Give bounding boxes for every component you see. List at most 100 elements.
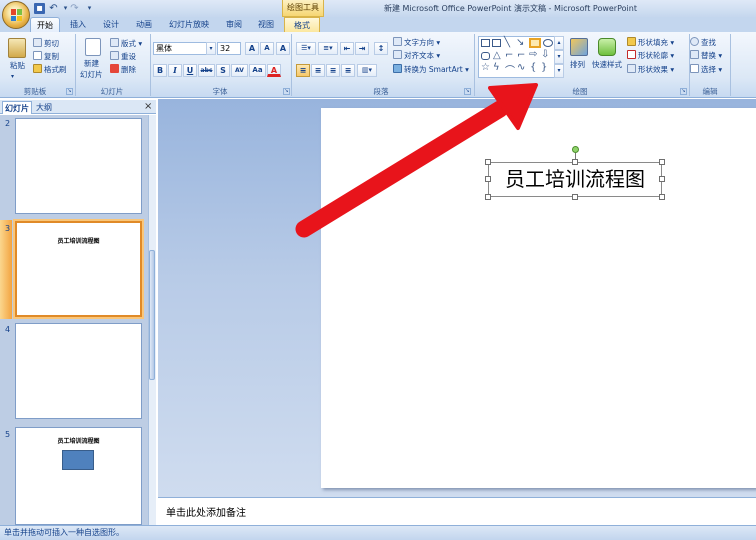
rectangle-shape-icon[interactable]: [529, 38, 541, 48]
select-button[interactable]: 选择 ▾: [690, 64, 722, 75]
find-button[interactable]: 查找: [690, 37, 716, 48]
new-slide-label-2[interactable]: 幻灯片: [80, 69, 103, 80]
align-left-icon[interactable]: ≡: [296, 64, 310, 77]
redo-icon[interactable]: ↷: [69, 3, 80, 14]
pane-scroll-thumb[interactable]: [149, 250, 155, 380]
slide-thumbnail[interactable]: [15, 323, 142, 419]
tab-outline[interactable]: 大纲: [32, 101, 56, 114]
line-shape-icon[interactable]: ╲: [504, 37, 510, 48]
save-icon[interactable]: ▪: [34, 3, 45, 14]
convert-smartart-button[interactable]: 转换为 SmartArt ▾: [393, 64, 469, 75]
down-arrow-shape-icon[interactable]: ⇩: [541, 49, 549, 60]
decrease-indent-icon[interactable]: ⇤: [340, 42, 354, 55]
star-shape-icon[interactable]: ☆: [481, 62, 490, 73]
vertical-textbox-shape-icon[interactable]: [492, 39, 501, 47]
quick-styles-icon[interactable]: [598, 38, 616, 56]
drawing-launcher-icon[interactable]: ↘: [680, 88, 687, 95]
arrange-icon[interactable]: [570, 38, 588, 56]
columns-icon[interactable]: ▥▾: [357, 64, 377, 77]
bold-button[interactable]: B: [153, 64, 167, 77]
slide-thumbnail[interactable]: [15, 118, 142, 214]
align-center-icon[interactable]: ≡: [311, 64, 325, 77]
paste-dropdown-icon[interactable]: ▾: [11, 71, 14, 82]
replace-button[interactable]: 替换 ▾: [690, 50, 722, 61]
resize-handle[interactable]: [659, 159, 665, 165]
paste-icon[interactable]: [8, 38, 26, 58]
clipboard-launcher-icon[interactable]: ↘: [66, 88, 73, 95]
right-arrow-shape-icon[interactable]: ⇨: [529, 49, 537, 60]
text-direction-button[interactable]: 文字方向 ▾: [393, 37, 440, 48]
justify-icon[interactable]: ≡: [341, 64, 355, 77]
right-brace-shape-icon[interactable]: }: [541, 62, 547, 73]
underline-button[interactable]: U: [183, 64, 197, 77]
shape-outline-button[interactable]: 形状轮廓 ▾: [627, 50, 674, 61]
office-button[interactable]: [2, 1, 30, 29]
change-case-button[interactable]: Aa: [249, 64, 266, 77]
font-size-box[interactable]: 32: [217, 42, 241, 55]
tab-animations[interactable]: 动画: [130, 17, 158, 32]
tab-insert[interactable]: 插入: [64, 17, 92, 32]
shape-effects-button[interactable]: 形状效果 ▾: [627, 64, 674, 75]
resize-handle[interactable]: [485, 194, 491, 200]
tab-slides[interactable]: 幻灯片: [2, 101, 32, 114]
quick-styles-button[interactable]: 快速样式: [592, 59, 622, 70]
gallery-more-icon[interactable]: ▾: [554, 64, 564, 78]
shrink-font-button[interactable]: A: [260, 42, 274, 55]
shape-fill-button[interactable]: 形状填充 ▾: [627, 37, 674, 48]
tab-view[interactable]: 视图: [252, 17, 280, 32]
paste-button[interactable]: 粘贴: [10, 60, 25, 71]
font-name-dropdown-icon[interactable]: ▾: [206, 42, 216, 55]
cut-button[interactable]: 剪切: [33, 38, 59, 49]
rotation-handle[interactable]: [572, 146, 579, 153]
tab-design[interactable]: 设计: [97, 17, 125, 32]
numbering-icon[interactable]: ≡▾: [318, 42, 338, 55]
align-right-icon[interactable]: ≡: [326, 64, 340, 77]
resize-handle[interactable]: [485, 176, 491, 182]
rounded-rect-shape-icon[interactable]: [481, 52, 490, 60]
font-name-box[interactable]: 黑体: [153, 42, 213, 55]
tab-slide-show[interactable]: 幻灯片放映: [163, 17, 215, 32]
clear-formatting-button[interactable]: A: [276, 42, 290, 55]
increase-indent-icon[interactable]: ⇥: [355, 42, 369, 55]
format-painter-button[interactable]: 格式刷: [33, 64, 67, 75]
font-launcher-icon[interactable]: ↘: [283, 88, 290, 95]
arc-shape-icon[interactable]: ⌒: [505, 62, 515, 77]
notes-pane[interactable]: [158, 497, 756, 525]
gallery-up-icon[interactable]: ▴: [554, 36, 564, 50]
resize-handle[interactable]: [659, 176, 665, 182]
resize-handle[interactable]: [659, 194, 665, 200]
left-brace-shape-icon[interactable]: {: [530, 62, 536, 73]
paragraph-launcher-icon[interactable]: ↘: [464, 88, 471, 95]
tab-review[interactable]: 审阅: [220, 17, 248, 32]
lightning-shape-icon[interactable]: ϟ: [493, 62, 500, 73]
gallery-down-icon[interactable]: ▾: [554, 50, 564, 64]
resize-handle[interactable]: [572, 194, 578, 200]
tab-home[interactable]: 开始: [30, 17, 60, 32]
bullets-icon[interactable]: ☰▾: [296, 42, 316, 55]
grow-font-button[interactable]: A: [245, 42, 259, 55]
triangle-shape-icon[interactable]: △: [493, 50, 501, 61]
reset-button[interactable]: 重设: [110, 51, 136, 62]
textbox-shape-icon[interactable]: [481, 39, 490, 47]
customize-qat-icon[interactable]: ▾: [84, 3, 95, 14]
close-pane-icon[interactable]: ×: [144, 100, 154, 114]
curve-connector-shape-icon[interactable]: ⌐: [517, 50, 525, 61]
shadow-button[interactable]: S: [216, 64, 230, 77]
slide-title[interactable]: 员工培训流程图: [490, 164, 660, 195]
delete-button[interactable]: 删除: [110, 64, 136, 75]
new-slide-label-1[interactable]: 新建: [84, 58, 99, 69]
tab-format[interactable]: 格式: [284, 17, 320, 32]
char-spacing-button[interactable]: AV: [231, 64, 248, 77]
resize-handle[interactable]: [572, 159, 578, 165]
font-color-button[interactable]: A: [267, 64, 281, 77]
arrow-line-shape-icon[interactable]: ↘: [516, 37, 524, 48]
oval-shape-icon[interactable]: [543, 39, 553, 47]
line-spacing-icon[interactable]: ↕: [374, 42, 388, 55]
freeform-shape-icon[interactable]: ∿: [517, 62, 525, 73]
strikethrough-button[interactable]: abc: [198, 64, 215, 77]
new-slide-icon[interactable]: [85, 38, 101, 56]
resize-handle[interactable]: [485, 159, 491, 165]
notes-placeholder[interactable]: 单击此处添加备注: [166, 504, 246, 519]
layout-button[interactable]: 版式 ▾: [110, 38, 142, 49]
align-text-button[interactable]: 对齐文本 ▾: [393, 50, 440, 61]
